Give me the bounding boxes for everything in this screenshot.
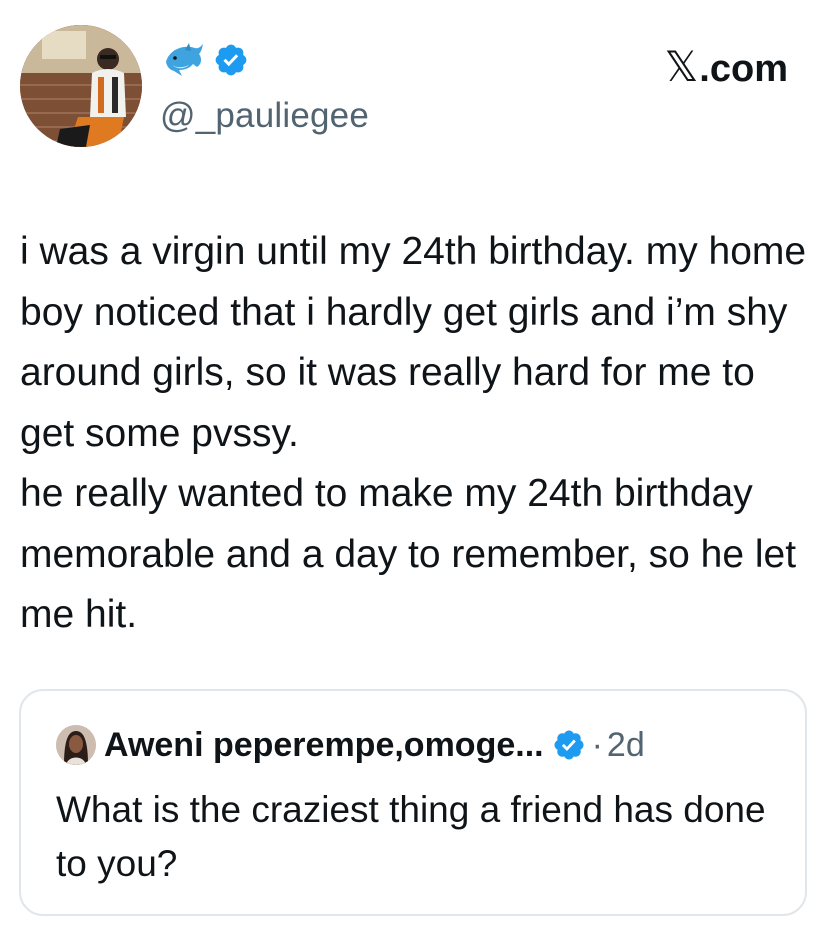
profile-photo-woman-icon bbox=[56, 725, 96, 765]
quoted-tweet-card[interactable]: Aweni peperempe,omoge... · 2d What is th… bbox=[19, 689, 807, 916]
brand-label: .com bbox=[699, 48, 788, 90]
author-name-row bbox=[163, 40, 249, 80]
quoted-author-avatar[interactable] bbox=[56, 725, 96, 765]
quoted-tweet-text: What is the craziest thing a friend has … bbox=[56, 789, 776, 884]
verified-badge-icon bbox=[215, 44, 247, 76]
tweet-text: i was a virgin until my 24th birthday. m… bbox=[20, 230, 807, 636]
x-com-logo: 𝕏 .com bbox=[664, 42, 788, 91]
separator-dot: · bbox=[591, 725, 603, 764]
quoted-author-name[interactable]: Aweni peperempe,omoge... bbox=[104, 726, 544, 765]
quoted-tweet-time[interactable]: 2d bbox=[607, 726, 645, 765]
verified-badge-icon bbox=[554, 730, 584, 760]
dolphin-icon bbox=[166, 43, 203, 76]
author-avatar[interactable] bbox=[20, 25, 142, 147]
profile-photo-icon bbox=[20, 25, 142, 147]
author-handle[interactable]: @_pauliegee bbox=[160, 96, 369, 136]
quoted-tweet-header: Aweni peperempe,omoge... · 2d bbox=[56, 723, 645, 767]
x-logo-icon: 𝕏 bbox=[664, 42, 699, 91]
